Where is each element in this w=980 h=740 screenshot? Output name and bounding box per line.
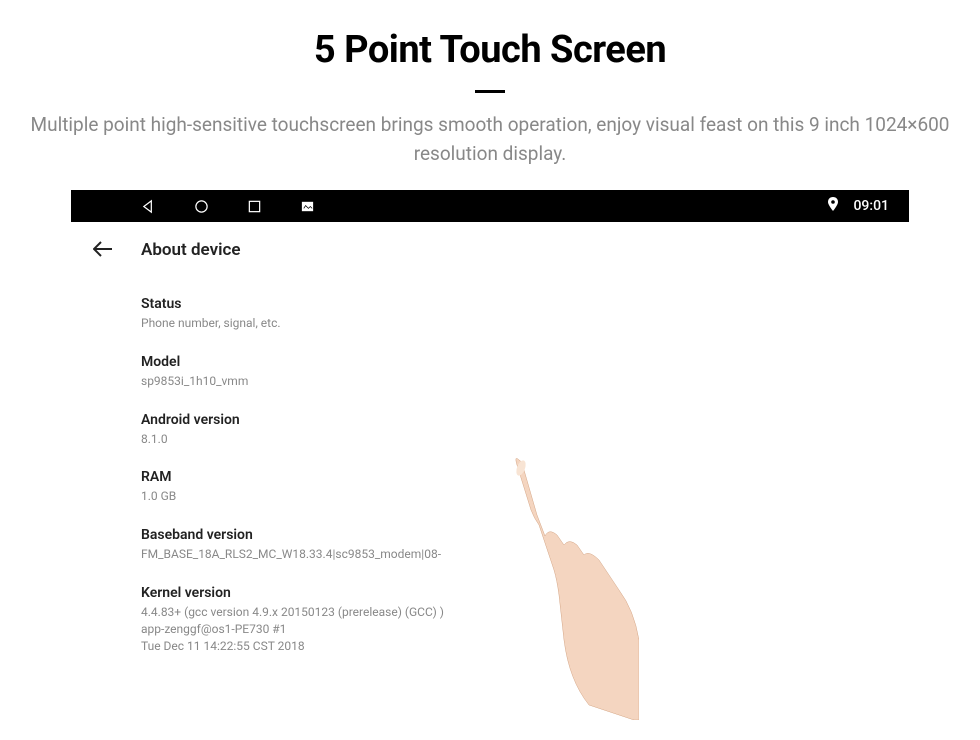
back-arrow-icon[interactable] xyxy=(93,238,113,262)
item-subtitle: FM_BASE_18A_RLS2_MC_W18.33.4|sc9853_mode… xyxy=(141,546,909,563)
item-subtitle: 4.4.83+ (gcc version 4.9.x 20150123 (pre… xyxy=(141,604,909,654)
item-subtitle: sp9853i_1h10_vmm xyxy=(141,373,909,390)
item-title: RAM xyxy=(141,469,909,485)
title-underline xyxy=(475,90,505,93)
device-frame: 09:01 About device Status Phone number, … xyxy=(71,190,909,666)
header-bar: About device xyxy=(71,222,909,278)
item-subtitle: 8.1.0 xyxy=(141,431,909,448)
list-item-status[interactable]: Status Phone number, signal, etc. xyxy=(141,286,909,344)
item-title: Android version xyxy=(141,412,909,428)
item-title: Model xyxy=(141,354,909,370)
item-subtitle: 1.0 GB xyxy=(141,488,909,505)
page-title: 5 Point Touch Screen xyxy=(0,28,980,72)
settings-list: Status Phone number, signal, etc. Model … xyxy=(71,278,909,666)
item-title: Kernel version xyxy=(141,585,909,601)
clock-time: 09:01 xyxy=(853,198,889,214)
status-right: 09:01 xyxy=(827,197,889,215)
header-title: About device xyxy=(141,240,241,260)
list-item-model[interactable]: Model sp9853i_1h10_vmm xyxy=(141,344,909,402)
item-title: Status xyxy=(141,296,909,312)
location-icon xyxy=(827,197,839,215)
list-item-ram[interactable]: RAM 1.0 GB xyxy=(141,459,909,517)
page-subtitle: Multiple point high-sensitive touchscree… xyxy=(30,111,950,168)
item-title: Baseband version xyxy=(141,527,909,543)
list-item-kernel[interactable]: Kernel version 4.4.83+ (gcc version 4.9.… xyxy=(141,575,909,666)
home-circle-icon[interactable] xyxy=(194,199,209,214)
image-icon[interactable] xyxy=(300,199,315,214)
list-item-baseband[interactable]: Baseband version FM_BASE_18A_RLS2_MC_W18… xyxy=(141,517,909,575)
list-item-android-version[interactable]: Android version 8.1.0 xyxy=(141,402,909,460)
android-status-bar: 09:01 xyxy=(71,190,909,222)
back-triangle-icon[interactable] xyxy=(141,199,156,214)
nav-buttons-group xyxy=(141,199,315,214)
item-subtitle: Phone number, signal, etc. xyxy=(141,315,909,332)
recent-square-icon[interactable] xyxy=(247,199,262,214)
